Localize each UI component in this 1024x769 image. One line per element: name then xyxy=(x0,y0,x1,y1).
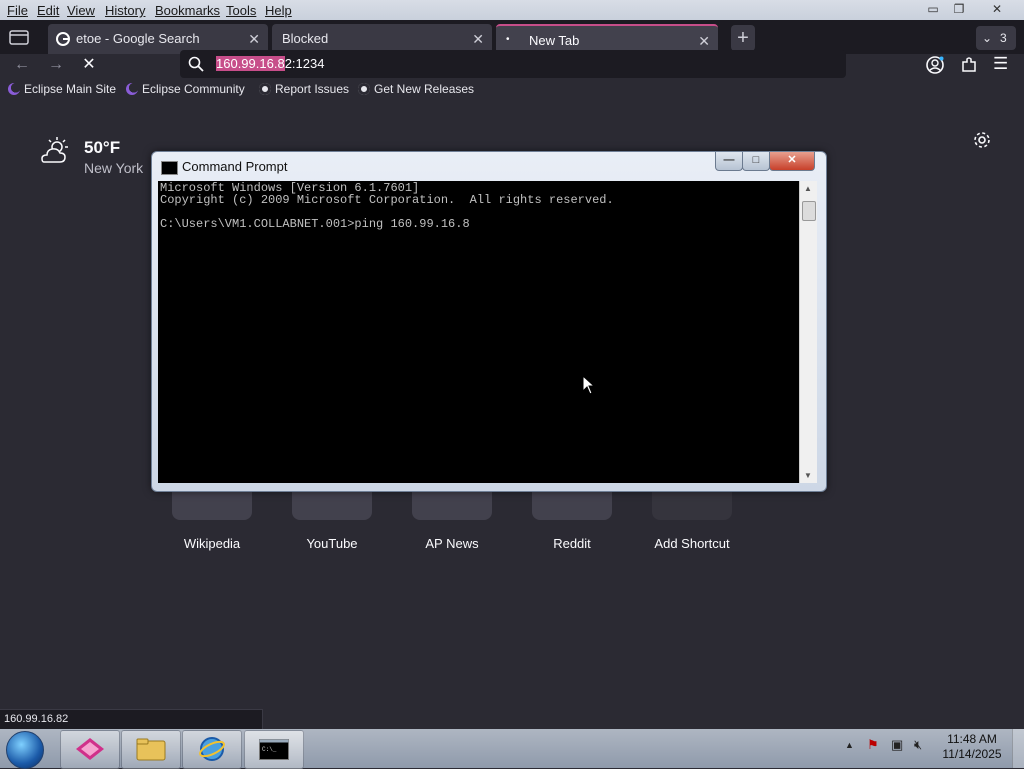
shortcut-label: Reddit xyxy=(553,536,591,551)
gear-icon[interactable] xyxy=(972,130,992,150)
svg-text:C:\_: C:\_ xyxy=(262,746,277,753)
bookmark-eclipse-main-site[interactable]: Eclipse Main Site xyxy=(8,82,116,96)
google-icon xyxy=(56,32,70,46)
start-button[interactable] xyxy=(6,731,44,769)
menu-history[interactable]: History xyxy=(105,3,145,18)
stop-icon[interactable]: ✕ xyxy=(78,54,100,76)
mouse-cursor-icon xyxy=(582,375,596,395)
url-selected-text: 160.99.16.8 xyxy=(216,56,285,71)
bookmark-report-issues[interactable]: Report Issues xyxy=(259,82,349,96)
tab-strip: etoe - Google Search ✕ Blocked ✕ • New T… xyxy=(0,20,1024,54)
taskbar: C:\_ ▲ ⚑ ▣ 🔇︎ 11:48 AM 11/14/2025 xyxy=(0,729,1024,769)
menu-edit[interactable]: Edit xyxy=(37,3,59,18)
restore-icon[interactable]: ❐ xyxy=(946,1,972,17)
minimize-button[interactable]: — xyxy=(715,152,743,171)
nav-bar: ← → ✕ 160.99.16.82:1234 ☰ xyxy=(0,50,1024,78)
taskbar-explorer-button[interactable] xyxy=(121,730,181,769)
maximize-button[interactable]: □ xyxy=(742,152,770,171)
tab-label: Blocked xyxy=(282,31,329,46)
bookmark-get-new-releases[interactable]: Get New Releases xyxy=(358,82,474,96)
tab-label: etoe - Google Search xyxy=(76,31,200,46)
network-icon[interactable]: ▣ xyxy=(891,737,903,753)
console-line: Copyright (c) 2009 Microsoft Corporation… xyxy=(160,193,614,207)
taskbar-cmd-button[interactable]: C:\_ xyxy=(244,730,304,769)
menu-tools[interactable]: Tools xyxy=(226,3,256,18)
terminal-icon: C:\_ xyxy=(259,739,289,760)
eclipse-icon xyxy=(8,83,20,95)
cmd-app-icon xyxy=(161,161,178,175)
menu-bar: File Edit View History Bookmarks Tools H… xyxy=(0,0,1024,20)
eclipse-icon xyxy=(126,83,138,95)
volume-muted-icon[interactable]: 🔇︎ xyxy=(914,737,922,753)
clock-time: 11:48 AM xyxy=(947,732,997,746)
close-button[interactable]: ✕ xyxy=(769,152,815,171)
browser-app-icon xyxy=(76,738,104,760)
action-center-icon[interactable]: ⚑ xyxy=(867,737,879,753)
clock-date: 11/14/2025 xyxy=(942,747,1002,761)
globe-icon xyxy=(199,737,225,761)
partly-cloudy-icon xyxy=(41,137,68,163)
clock[interactable]: 11:48 AM 11/14/2025 xyxy=(936,732,1008,762)
bookmark-label: Get New Releases xyxy=(374,82,475,96)
console-output[interactable]: Microsoft Windows [Version 6.1.7601] Cop… xyxy=(158,181,799,483)
minimize-icon[interactable]: ▭ xyxy=(920,1,946,17)
url-bar[interactable]: 160.99.16.82:1234 xyxy=(180,50,846,78)
bookmark-label: Eclipse Main Site xyxy=(24,82,117,96)
show-desktop-button[interactable] xyxy=(1012,729,1024,768)
menu-file[interactable]: File xyxy=(7,3,28,18)
url-rest-text: 2:1234 xyxy=(284,56,325,71)
folder-icon xyxy=(136,738,166,761)
command-prompt-window[interactable]: Command Prompt — □ ✕ Microsoft Windows [… xyxy=(151,151,827,492)
tab-count: 3 xyxy=(1000,31,1007,45)
forward-arrow-icon[interactable]: → xyxy=(45,54,67,76)
firefox-view-icon[interactable] xyxy=(9,28,29,46)
tab-list-button[interactable]: ⌄ 3 xyxy=(976,26,1016,50)
window-title: Command Prompt xyxy=(182,159,288,174)
github-icon xyxy=(259,83,271,95)
search-icon xyxy=(188,56,204,72)
shortcut-label: YouTube xyxy=(306,536,358,551)
close-icon[interactable]: ✕ xyxy=(984,1,1010,17)
bookmark-eclipse-community[interactable]: Eclipse Community xyxy=(126,82,245,96)
url-text[interactable]: 160.99.16.82:1234 xyxy=(216,56,324,71)
weather-city: New York xyxy=(84,160,144,176)
chevron-down-icon: ⌄ xyxy=(982,31,993,45)
weather-temperature: 50°F xyxy=(84,138,121,157)
scroll-thumb[interactable] xyxy=(802,201,816,221)
menu-hamburger-icon[interactable]: ☰ xyxy=(993,54,1008,74)
github-icon xyxy=(358,83,370,95)
console-line: C:\Users\VM1.COLLABNET.001>ping 160.99.1… xyxy=(160,217,470,231)
extensions-icon[interactable] xyxy=(959,55,979,75)
menu-help[interactable]: Help xyxy=(265,3,292,18)
bookmarks-toolbar: Eclipse Main Site Eclipse Community Repo… xyxy=(0,78,1024,100)
bookmark-label: Report Issues xyxy=(275,82,350,96)
taskbar-browser-button[interactable] xyxy=(60,730,120,769)
taskbar-ie-button[interactable] xyxy=(182,730,242,769)
account-icon[interactable] xyxy=(925,55,945,75)
tray-expand-icon[interactable]: ▲ xyxy=(845,740,854,750)
scroll-down-icon[interactable]: ▼ xyxy=(804,471,812,480)
menu-bookmarks[interactable]: Bookmarks xyxy=(155,3,220,18)
scroll-up-icon[interactable]: ▲ xyxy=(804,184,812,193)
tab-label: New Tab xyxy=(529,33,580,48)
back-arrow-icon[interactable]: ← xyxy=(11,54,33,76)
shortcut-label: Add Shortcut xyxy=(654,536,730,551)
bookmark-label: Eclipse Community xyxy=(142,82,245,96)
shortcut-label: AP News xyxy=(425,536,479,551)
new-tab-button[interactable]: + xyxy=(731,25,755,51)
shortcut-label: Wikipedia xyxy=(183,536,241,551)
link-status-bar: 160.99.16.82 xyxy=(0,709,263,729)
weather-widget[interactable]: 50°F New York xyxy=(38,136,143,176)
console-scrollbar[interactable]: ▲ ▼ xyxy=(799,181,817,483)
menu-view[interactable]: View xyxy=(67,3,95,18)
